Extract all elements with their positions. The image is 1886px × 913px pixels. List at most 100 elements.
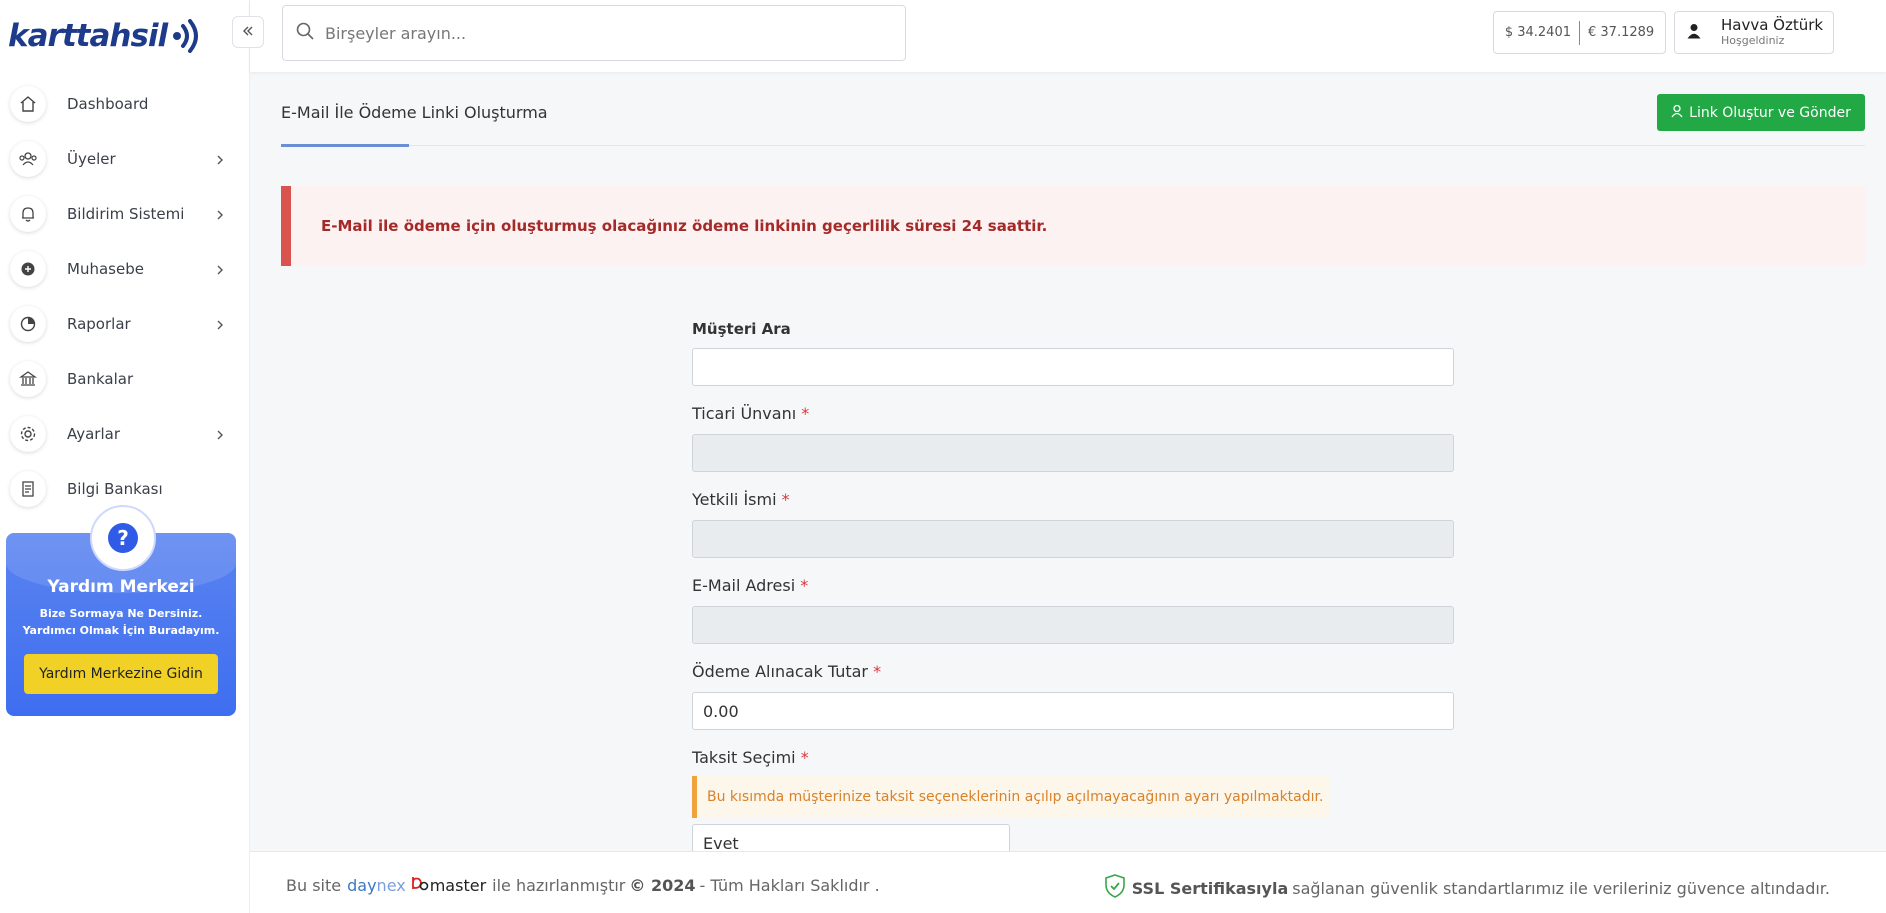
sidebar: karttahsil Dashboard Üyeler Bildirim Sis… (0, 0, 250, 913)
ssl-text: sağlanan güvenlik standartlarımız ile ve… (1292, 878, 1830, 898)
customer-search-label: Müşteri Ara (692, 320, 791, 338)
bell-icon (10, 195, 46, 232)
installment-label-text: Taksit Seçimi (692, 748, 796, 767)
authorized-name-input (692, 520, 1454, 558)
help-title: Yardım Merkezi (47, 577, 195, 597)
eur-rate: € 37.1289 (1588, 25, 1655, 40)
sidebar-item-ayarlar[interactable]: Ayarlar (0, 406, 250, 461)
search-icon (295, 21, 315, 45)
create-send-link-button[interactable]: Link Oluştur ve Gönder (1657, 94, 1865, 131)
create-send-link-label: Link Oluştur ve Gönder (1689, 104, 1851, 121)
sidebar-item-bankalar[interactable]: Bankalar (0, 351, 250, 406)
customer-search-input[interactable] (692, 348, 1454, 386)
amount-input[interactable]: 0.00 (692, 692, 1454, 730)
installment-notice: Bu kısımda müşterinize taksit seçenekler… (692, 776, 1330, 818)
trade-name-label-text: Ticari Ünvanı (692, 404, 797, 423)
footer: Bu site daynex master ile hazırlanmıştır… (250, 851, 1886, 913)
sidebar-item-label: Bilgi Bankası (67, 479, 163, 498)
brand-part-a: day (347, 875, 377, 895)
signal-icon (171, 16, 203, 56)
sidebar-nav: Dashboard Üyeler Bildirim Sistemi Muhase… (0, 76, 250, 516)
sidebar-item-label: Ayarlar (67, 424, 121, 443)
footer-ssl: SSL Sertifikasıyla sağlanan güvenlik sta… (1104, 874, 1830, 902)
footer-prefix: Bu site (286, 875, 342, 895)
logo-text: karttahsil (8, 18, 168, 54)
required-mark: * (800, 576, 809, 595)
chevron-right-icon (216, 151, 224, 170)
user-icon (1687, 23, 1701, 43)
required-mark: * (800, 748, 809, 767)
currency-divider (1579, 20, 1580, 45)
master-logo-icon (410, 874, 430, 896)
question-icon: ? (108, 523, 138, 553)
sidebar-item-bildirim-sistemi[interactable]: Bildirim Sistemi (0, 186, 250, 241)
help-center-button[interactable]: Yardım Merkezine Gidin (24, 654, 218, 694)
help-center-card: ? Yardım Merkezi Bize Sormaya Ne Dersini… (6, 505, 236, 716)
master-logo[interactable]: master (410, 874, 486, 896)
ssl-bold-text: SSL Sertifikasıyla (1131, 878, 1289, 898)
required-mark: * (801, 404, 810, 423)
sidebar-item-raporlar[interactable]: Raporlar (0, 296, 250, 351)
required-mark: * (873, 662, 882, 681)
footer-credits: Bu site daynex master ile hazırlanmıştır… (286, 874, 880, 896)
shield-check-icon (1104, 874, 1126, 902)
user-greeting: Hoşgeldiniz (1721, 34, 1785, 47)
chevron-right-icon (216, 261, 224, 280)
search-input[interactable] (325, 23, 885, 43)
installment-label: Taksit Seçimi * (692, 748, 809, 767)
footer-year: © 2024 (629, 875, 696, 895)
footer-rights: - Tüm Hakları Saklıdır . (699, 875, 880, 895)
page-title: E-Mail İle Ödeme Linki Oluşturma (281, 103, 548, 122)
accounting-icon (10, 250, 46, 287)
user-menu[interactable]: Havva Öztürk Hoşgeldiniz (1674, 11, 1834, 54)
help-text: Bize Sormaya Ne Dersiniz. Yardımcı Olmak… (22, 607, 220, 637)
trade-name-label: Ticari Ünvanı * (692, 404, 809, 423)
brand-part-b: nex (376, 875, 406, 895)
trade-name-input (692, 434, 1454, 472)
user-plus-icon (1671, 104, 1689, 122)
email-label-text: E-Mail Adresi (692, 576, 796, 595)
chevron-right-icon (216, 206, 224, 225)
home-icon (10, 85, 46, 122)
sidebar-item-label: Muhasebe (67, 259, 144, 278)
authorized-name-label: Yetkili İsmi * (692, 490, 790, 509)
sidebar-collapse-button[interactable] (232, 16, 264, 48)
master-logo-text: master (429, 875, 487, 895)
alert-text: E-Mail ile ödeme için oluşturmuş olacağı… (321, 217, 1048, 235)
required-mark: * (781, 490, 790, 509)
sidebar-item-label: Dashboard (67, 94, 149, 113)
chevron-right-icon (216, 316, 224, 335)
top-header: $ 34.2401 € 37.1289 Havva Öztürk Hoşgeld… (250, 0, 1886, 72)
reports-icon (10, 305, 46, 342)
amount-label-text: Ödeme Alınacak Tutar (692, 662, 868, 681)
user-info: Havva Öztürk Hoşgeldiniz (1721, 17, 1823, 48)
brand-logo[interactable]: karttahsil (8, 8, 203, 64)
sidebar-item-uyeler[interactable]: Üyeler (0, 131, 250, 186)
usd-rate: $ 34.2401 (1504, 25, 1571, 40)
help-circle: ? (90, 505, 156, 571)
gear-icon (10, 415, 46, 452)
users-icon (10, 140, 46, 177)
user-name: Havva Öztürk (1721, 16, 1824, 34)
sidebar-item-label: Raporlar (67, 314, 131, 333)
sidebar-item-dashboard[interactable]: Dashboard (0, 76, 250, 131)
document-icon (10, 470, 46, 507)
sidebar-item-label: Üyeler (67, 149, 116, 168)
double-chevron-left-icon (241, 23, 255, 42)
email-input (692, 606, 1454, 644)
amount-label: Ödeme Alınacak Tutar * (692, 662, 881, 681)
footer-middle: ile hazırlanmıştır (492, 875, 626, 895)
sidebar-item-label: Bildirim Sistemi (67, 204, 185, 223)
active-tab-indicator (281, 144, 409, 147)
currency-rates: $ 34.2401 € 37.1289 (1493, 11, 1666, 54)
search-box[interactable] (282, 5, 906, 61)
sidebar-item-muhasebe[interactable]: Muhasebe (0, 241, 250, 296)
bank-icon (10, 360, 46, 397)
authorized-name-label-text: Yetkili İsmi (692, 490, 777, 509)
daynex-link[interactable]: daynex (347, 876, 406, 895)
sidebar-item-label: Bankalar (67, 369, 134, 388)
tab-divider (281, 145, 1865, 146)
email-label: E-Mail Adresi * (692, 576, 808, 595)
validity-alert: E-Mail ile ödeme için oluşturmuş olacağı… (281, 186, 1865, 266)
chevron-right-icon (216, 426, 224, 445)
